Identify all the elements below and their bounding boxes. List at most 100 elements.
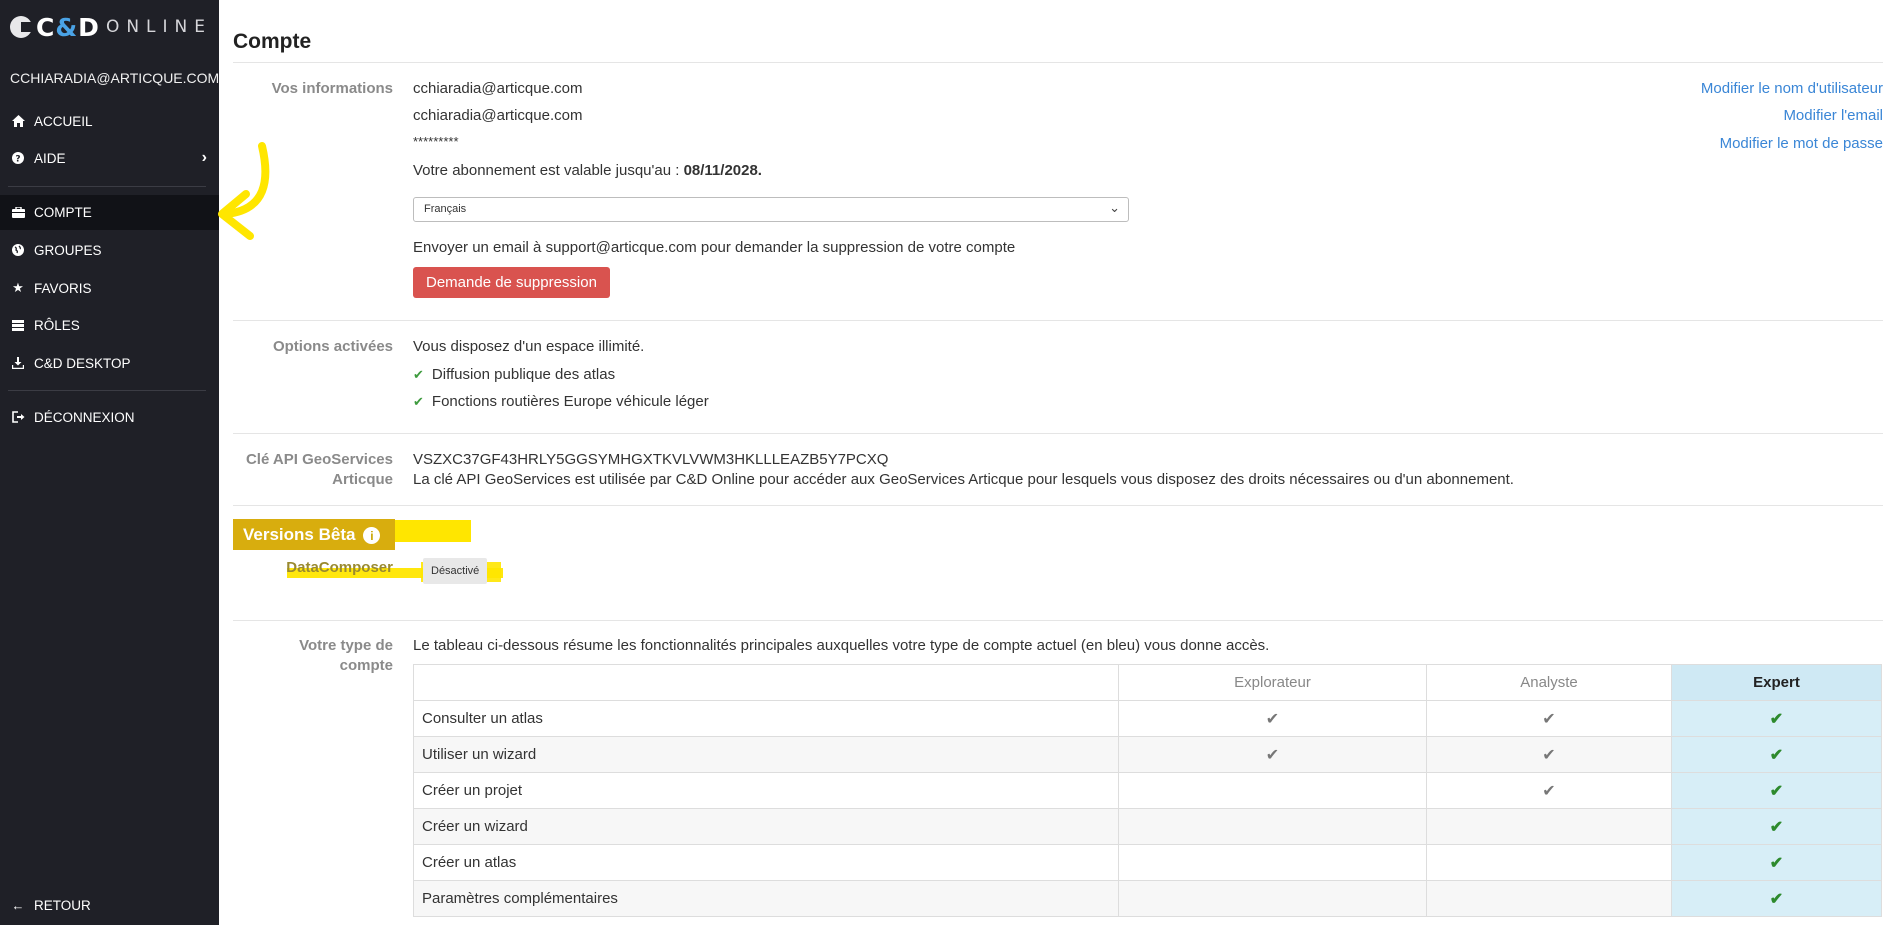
chevron-right-icon: › (201, 149, 207, 166)
subscription-text: Votre abonnement est valable jusqu'au : … (413, 162, 762, 179)
chevron-down-icon: ⌄ (1109, 200, 1120, 215)
sidebar-item-deconnexion[interactable]: DÉCONNEXION (0, 400, 219, 434)
check-icon (1118, 880, 1427, 917)
table-row: Créer un projet ✔ ✔ (413, 772, 1882, 809)
arrow-left-icon: ← (11, 897, 25, 913)
logo-cd: C&D (36, 12, 100, 42)
option-item: ✔ Fonctions routières Europe véhicule lég… (413, 393, 709, 410)
check-icon (1426, 844, 1672, 881)
check-icon: ✔ (1671, 700, 1882, 737)
section-label-informations: Vos informations (271, 80, 393, 97)
sidebar-item-label: AIDE (34, 150, 66, 166)
briefcase-icon (11, 207, 25, 218)
sidebar-back-button[interactable]: ← RETOUR (0, 888, 219, 922)
check-icon: ✔ (1118, 736, 1427, 773)
delete-account-text: Envoyer un email à support@articque.com … (413, 239, 1016, 256)
table-row: Consulter un atlas ✔ ✔ ✔ (413, 700, 1882, 737)
beta-section-title: Versions Bêta i (243, 525, 381, 545)
sidebar-item-label: C&D DESKTOP (34, 355, 131, 371)
table-header-analyst: Analyste (1426, 664, 1672, 701)
table-header-expert: Expert (1671, 664, 1882, 701)
sidebar-user-email: CCHIARADIA@ARTICQUE.COM (10, 70, 220, 86)
option-item: ✔ Diffusion publique des atlas (413, 366, 616, 383)
check-icon (1118, 772, 1427, 809)
app-logo[interactable]: C&D ONLINE (10, 12, 212, 42)
modify-password-link[interactable]: Modifier le mot de passe (1720, 135, 1883, 152)
api-description: La clé API GeoServices est utilisée par … (413, 471, 1514, 488)
divider (233, 62, 1883, 63)
subscription-date: 08/11/2028. (683, 162, 762, 179)
sidebar-item-compte[interactable]: COMPTE (0, 195, 219, 230)
check-icon: ✔ (413, 367, 424, 382)
logo-online: ONLINE (105, 17, 212, 37)
space-text: Vous disposez d'un espace illimité. (413, 338, 645, 355)
language-select[interactable]: Français ⌄ (413, 197, 1129, 222)
check-icon (1426, 880, 1672, 917)
check-icon: ✔ (1118, 700, 1427, 737)
section-label-options: Options activées (272, 338, 393, 355)
check-icon: ✔ (413, 394, 424, 409)
features-table: Explorateur Analyste Expert Consulter un… (413, 664, 1882, 917)
star-icon: ★ (12, 280, 24, 295)
divider (233, 320, 1883, 321)
check-icon: ✔ (1671, 772, 1882, 809)
datacomposer-toggle-button[interactable]: Désactivé (423, 558, 488, 584)
sidebar-item-label: GROUPES (34, 242, 102, 258)
sidebar-item-label: DÉCONNEXION (34, 409, 135, 425)
check-icon (1118, 844, 1427, 881)
table-row: Paramètres complémentaires ✔ (413, 880, 1882, 917)
roles-icon (11, 319, 25, 331)
sidebar-divider (8, 390, 206, 391)
modify-email-link[interactable]: Modifier l'email (1783, 107, 1883, 124)
check-icon: ✔ (1671, 808, 1882, 845)
sidebar-item-label: COMPTE (34, 205, 92, 220)
beta-item-label: DataComposer (286, 559, 393, 576)
feature-cell: Créer un projet (413, 772, 1119, 809)
check-icon (1426, 808, 1672, 845)
divider (233, 505, 1883, 506)
feature-cell: Utiliser un wizard (413, 736, 1119, 773)
section-label-account-type: Votre type de compte (299, 637, 393, 674)
sidebar-item-label: RETOUR (34, 897, 91, 913)
globe-icon (11, 244, 25, 256)
sidebar-item-roles[interactable]: RÔLES (0, 308, 219, 342)
feature-cell: Paramètres complémentaires (413, 880, 1119, 917)
username-value: cchiaradia@articque.com (413, 80, 583, 97)
help-icon: ? (11, 152, 25, 164)
divider (233, 620, 1883, 621)
divider (233, 433, 1883, 434)
home-icon (11, 115, 25, 127)
main-content: Compte Vos informations cchiaradia@artic… (233, 0, 1883, 925)
logout-icon (11, 411, 25, 423)
feature-cell: Créer un wizard (413, 808, 1119, 845)
info-icon[interactable]: i (363, 527, 381, 545)
email-value: cchiaradia@articque.com (413, 107, 583, 124)
svg-text:?: ? (15, 155, 20, 165)
sidebar-item-accueil[interactable]: ACCUEIL (0, 104, 219, 138)
table-header-row: Explorateur Analyste Expert (413, 664, 1882, 701)
sidebar-item-groupes[interactable]: GROUPES (0, 233, 219, 267)
check-icon: ✔ (1426, 772, 1672, 809)
check-icon: ✔ (1671, 844, 1882, 881)
language-selected-value: Français (424, 203, 467, 215)
delete-request-button[interactable]: Demande de suppression (413, 267, 610, 298)
check-icon: ✔ (1426, 700, 1672, 737)
api-key-value: VSZXC37GF43HRLY5GGSYMHGXTKVLVWM3HKLLLEAZ… (413, 451, 889, 468)
table-row: Créer un wizard ✔ (413, 808, 1882, 845)
page-title: Compte (233, 30, 312, 53)
sidebar-item-cd-desktop[interactable]: C&D DESKTOP (0, 346, 219, 380)
sidebar-item-label: ACCUEIL (34, 113, 93, 129)
sidebar-item-aide[interactable]: ? AIDE › (0, 141, 219, 175)
table-row: Utiliser un wizard ✔ ✔ ✔ (413, 736, 1882, 773)
table-row: Créer un atlas ✔ (413, 844, 1882, 881)
feature-cell: Consulter un atlas (413, 700, 1119, 737)
download-icon (11, 357, 25, 369)
modify-username-link[interactable]: Modifier le nom d'utilisateur (1701, 80, 1883, 97)
check-icon (1118, 808, 1427, 845)
logo-mark-icon (10, 16, 32, 38)
sidebar-item-favoris[interactable]: ★ FAVORIS (0, 271, 219, 305)
password-value: ********* (413, 134, 459, 149)
check-icon: ✔ (1671, 736, 1882, 773)
sidebar-item-label: FAVORIS (34, 280, 92, 296)
check-icon: ✔ (1426, 736, 1672, 773)
